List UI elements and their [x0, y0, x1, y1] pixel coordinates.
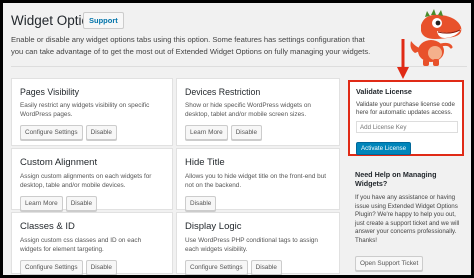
card-hide-title: Hide Title Allows you to hide widget tit… [176, 148, 340, 211]
disable-button[interactable]: Disable [230, 125, 263, 140]
card-title: Pages Visibility [20, 87, 80, 97]
disable-button[interactable]: Disable [185, 196, 217, 211]
learn-more-button[interactable]: Learn More [185, 125, 228, 140]
card-custom-alignment: Custom Alignment Assign custom alignment… [11, 148, 173, 211]
card-devices-restriction: Devices Restriction Show or hide specifi… [176, 78, 340, 146]
license-description: Validate your purchase license code here… [356, 101, 455, 117]
card-title: Classes & ID [20, 221, 75, 232]
support-button[interactable]: Support [83, 12, 124, 29]
intro-text: Enable or disable any widget options tab… [11, 35, 371, 56]
card-display-logic: Display Logic Use WordPress PHP conditio… [176, 212, 340, 275]
license-key-input[interactable] [356, 121, 458, 134]
disable-button[interactable]: Disable [250, 260, 282, 275]
validate-license-box: Validate License Validate your purchase … [348, 80, 464, 156]
card-title: Devices Restriction [185, 87, 261, 97]
help-heading: Need Help on Managing Widgets? [355, 170, 437, 188]
configure-settings-button[interactable]: Configure Settings [20, 125, 83, 140]
card-title: Display Logic [185, 221, 242, 232]
learn-more-button[interactable]: Learn More [20, 196, 63, 211]
screenshot-frame: Widget Options Support Enable or disable… [3, 3, 471, 275]
card-description: Easily restrict any widgets visibility o… [20, 102, 150, 118]
help-description: If you have any assistance or having iss… [355, 194, 460, 244]
card-description: Show or hide specific WordPress widgets … [185, 102, 311, 118]
open-support-ticket-button[interactable]: Open Support Ticket [355, 255, 424, 271]
configure-settings-button[interactable]: Configure Settings [185, 260, 248, 275]
disable-button[interactable]: Disable [85, 125, 117, 140]
card-description: Use WordPress PHP conditional tags to as… [185, 237, 318, 253]
license-heading: Validate License [356, 87, 412, 96]
card-title: Hide Title [185, 157, 225, 168]
card-description: Assign custom css classes and ID on each… [20, 237, 142, 253]
disable-button[interactable]: Disable [65, 196, 98, 211]
card-pages-visibility: Pages Visibility Easily restrict any wid… [11, 78, 173, 146]
configure-settings-button[interactable]: Configure Settings [20, 260, 83, 275]
disable-button[interactable]: Disable [85, 260, 117, 275]
card-description: Allows you to hide widget title on the f… [185, 173, 327, 189]
dinosaur-mascot-icon [410, 9, 462, 66]
help-section: Need Help on Managing Widgets? If you ha… [355, 170, 467, 271]
card-title: Custom Alignment [20, 157, 98, 168]
card-classes-id: Classes & ID Assign custom css classes a… [11, 212, 173, 275]
activate-license-button[interactable]: Activate License [356, 142, 412, 156]
card-description: Assign custom alignments on each widgets… [20, 173, 152, 189]
